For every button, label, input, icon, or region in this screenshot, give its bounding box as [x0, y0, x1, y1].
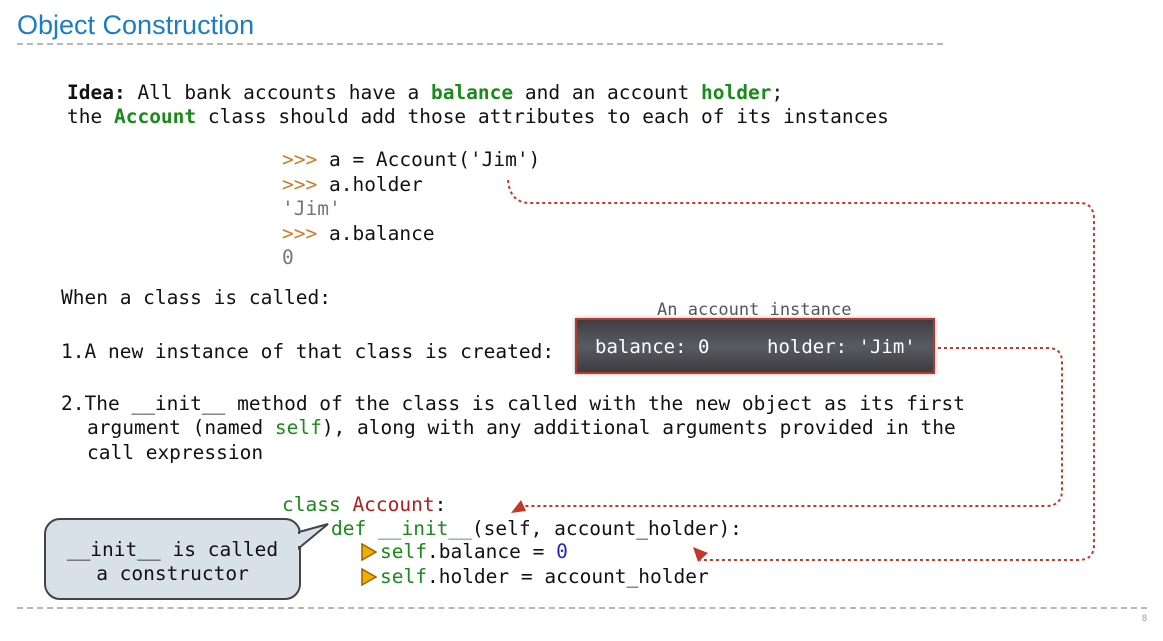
- step-marker-icon: [361, 567, 378, 587]
- step-marker-icon: [361, 542, 378, 562]
- holder-arrow: [507, 179, 1095, 561]
- page-number: 8: [1141, 613, 1147, 623]
- diagram-overlay: [297, 179, 1095, 587]
- instance-to-self-arrow: [520, 347, 1063, 507]
- arrowhead-icon: [511, 500, 526, 513]
- callout-pointer: [298, 523, 329, 551]
- footer-divider: [17, 607, 1147, 609]
